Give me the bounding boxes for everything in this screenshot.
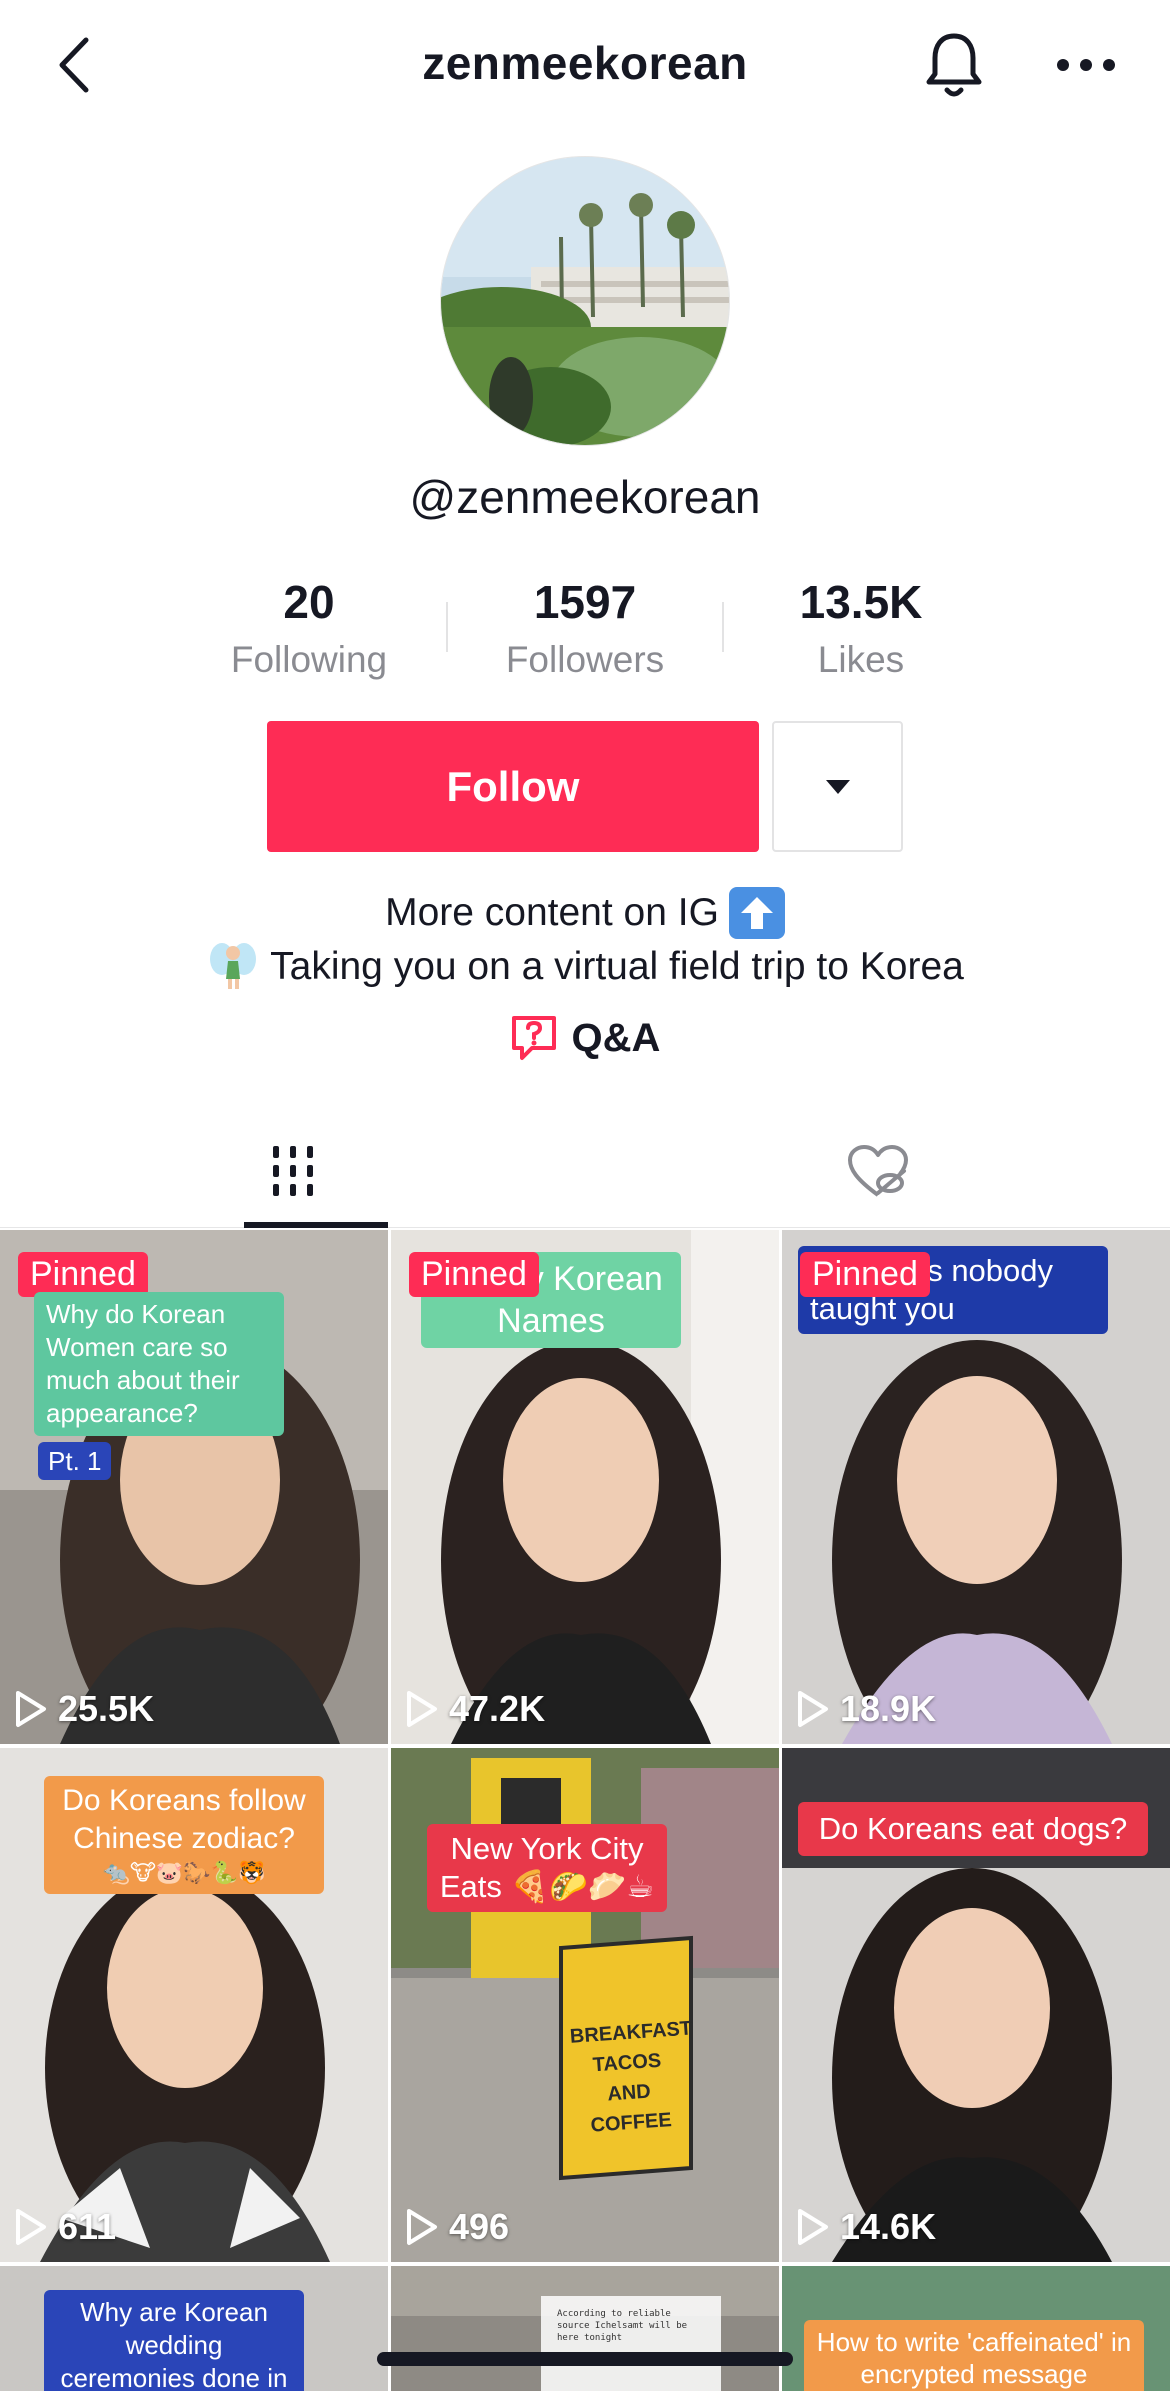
bio-line-2: Taking you on a virtual field trip to Ko… <box>270 944 964 988</box>
tab-liked-hidden[interactable] <box>585 1114 1170 1228</box>
play-icon <box>407 2209 437 2245</box>
profile-handle: @zenmeekorean <box>409 471 761 523</box>
view-count-value: 14.6K <box>840 2206 937 2247</box>
video-caption: New York City Eats 🍕🌮🥟☕ <box>427 1824 667 1912</box>
video-tile[interactable]: According to reliable source Ichelsamt w… <box>391 2266 779 2391</box>
active-tab-indicator <box>244 1222 388 1228</box>
notifications-button[interactable] <box>918 26 990 106</box>
video-tile[interactable]: Why are Korean wedding ceremonies done i… <box>0 2266 388 2391</box>
profile-bio: More content on IG Taking you on a virtu… <box>0 886 1170 993</box>
video-caption: Do Koreans follow Chinese zodiac? 🐀🐮🐷🐎🐍🐯 <box>44 1776 324 1894</box>
video-tile[interactable]: New York City Eats 🍕🌮🥟☕ BREAKFAST TACOS … <box>391 1748 779 2262</box>
avatar-image <box>441 157 729 445</box>
likes-count: 13.5K <box>799 576 923 628</box>
view-count: 14.6K <box>796 2206 936 2248</box>
profile-tabs <box>0 1114 1170 1228</box>
view-count: 496 <box>405 2206 509 2248</box>
caption-text: New York City Eats <box>439 1831 644 1904</box>
video-caption: Why are Korean wedding ceremonies done i… <box>44 2290 304 2391</box>
video-caption-part: Pt. 1 <box>38 1442 112 1480</box>
video-tile[interactable]: Trendy Korean Names Pinned 47.2K <box>391 1230 779 1744</box>
video-caption: How to write 'caffeinated' in encrypted … <box>804 2320 1144 2391</box>
home-indicator[interactable] <box>377 2352 793 2366</box>
video-caption: Why do Korean Women care so much about t… <box>34 1292 284 1436</box>
pinned-badge: Pinned <box>800 1252 930 1297</box>
followers-label: Followers <box>505 639 665 680</box>
pinned-badge: Pinned <box>18 1252 148 1297</box>
sign-line: BREAKFAST TACOS <box>569 2017 693 2077</box>
view-count-value: 611 <box>58 2206 117 2247</box>
caret-down-icon <box>825 779 850 794</box>
play-icon <box>407 1691 437 1727</box>
suggested-accounts-button[interactable] <box>772 721 903 852</box>
more-options-button[interactable] <box>1048 30 1124 100</box>
play-icon <box>16 2209 46 2245</box>
following-label: Following <box>230 639 388 680</box>
view-count-value: 25.5K <box>58 1688 155 1729</box>
follow-button[interactable]: Follow <box>267 721 759 852</box>
heart-hidden-icon <box>847 1145 908 1197</box>
likes-label: Likes <box>817 639 905 680</box>
screen-text: According to reliable source Ichelsamt w… <box>557 2309 688 2343</box>
view-count: 47.2K <box>405 1688 545 1730</box>
avatar[interactable] <box>440 156 730 446</box>
view-count: 25.5K <box>14 1688 154 1730</box>
play-icon <box>798 1691 828 1727</box>
grid-icon <box>272 1146 313 1196</box>
page-title: zenmeekorean <box>422 37 748 89</box>
profile-stats: 20 Following 1597 Followers 13.5K Likes <box>170 572 1000 682</box>
following-stat[interactable]: 20 Following <box>171 572 447 682</box>
bio-line-1: More content on IG <box>385 891 719 934</box>
view-count-value: 18.9K <box>840 1688 937 1729</box>
caption-text: Do Koreans follow Chinese zodiac? <box>62 1784 306 1855</box>
video-tile[interactable]: an slangs nobody taught you Pinned 18.9K <box>782 1230 1170 1744</box>
zodiac-emoji-row: 🐀🐮🐷🐎🐍🐯 <box>102 1860 266 1885</box>
video-caption: Do Koreans eat dogs? <box>798 1802 1148 1856</box>
view-count: 611 <box>14 2206 116 2248</box>
video-tile[interactable]: How to write 'caffeinated' in encrypted … <box>782 2266 1170 2391</box>
view-count: 18.9K <box>796 1688 936 1730</box>
view-count-value: 47.2K <box>449 1688 546 1729</box>
tab-videos[interactable] <box>0 1114 585 1228</box>
video-tile[interactable]: Pinned Why do Korean Women care so much … <box>0 1230 388 1744</box>
pinned-badge: Pinned <box>409 1252 539 1297</box>
followers-stat[interactable]: 1597 Followers <box>447 572 723 682</box>
play-icon <box>16 1691 46 1727</box>
qa-link[interactable]: Q&A <box>0 1014 1170 1062</box>
arrow-up-icon <box>728 886 785 939</box>
video-tile[interactable]: Do Koreans follow Chinese zodiac? 🐀🐮🐷🐎🐍🐯… <box>0 1748 388 2262</box>
more-horizontal-icon <box>1057 59 1115 71</box>
play-icon <box>798 2209 828 2245</box>
likes-stat: 13.5K Likes <box>723 572 999 682</box>
stat-divider <box>446 602 448 652</box>
video-tile[interactable]: Do Koreans eat dogs? 14.6K <box>782 1748 1170 2262</box>
question-bubble-icon <box>511 1016 556 1060</box>
qa-label: Q&A <box>571 1015 661 1060</box>
stat-divider <box>722 602 724 652</box>
view-count-value: 496 <box>449 2206 510 2247</box>
followers-count: 1597 <box>533 576 637 628</box>
fairy-icon <box>210 943 257 989</box>
sign-text: BREAKFAST TACOS AND COFFEE <box>569 2014 693 2141</box>
following-count: 20 <box>283 576 335 628</box>
bell-icon <box>926 33 982 97</box>
top-bar: zenmeekorean <box>0 0 1170 132</box>
